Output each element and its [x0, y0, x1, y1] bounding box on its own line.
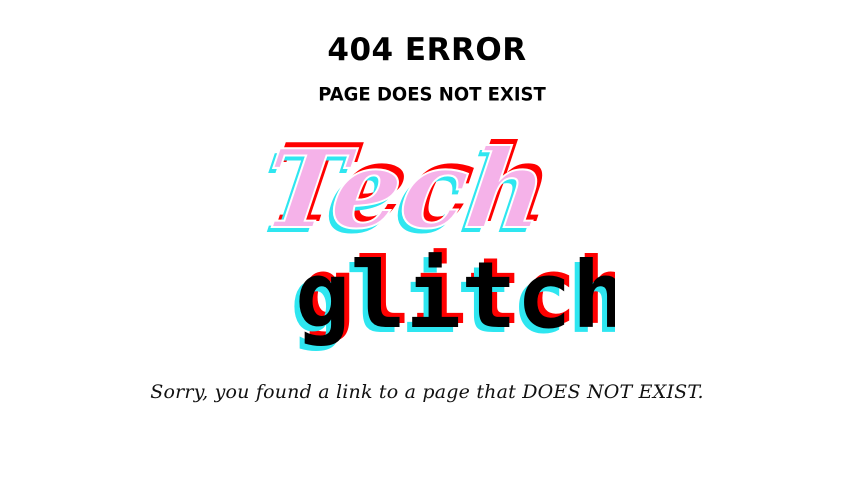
logo-glitch-word: glitch glitch glitch	[290, 238, 615, 354]
error-page: 404 ERROR PAGE DOES NOT EXIST Tech Tech …	[0, 0, 854, 480]
svg-text:glitch: glitch	[295, 242, 615, 349]
error-subtitle: PAGE DOES NOT EXIST	[318, 83, 546, 106]
error-title: 404 ERROR	[327, 32, 527, 68]
error-message: Sorry, you found a link to a page that D…	[150, 381, 704, 403]
svg-text:Tech: Tech	[256, 125, 555, 252]
tech-glitch-logo: Tech Tech Tech glitch glitch glitch	[255, 105, 615, 367]
